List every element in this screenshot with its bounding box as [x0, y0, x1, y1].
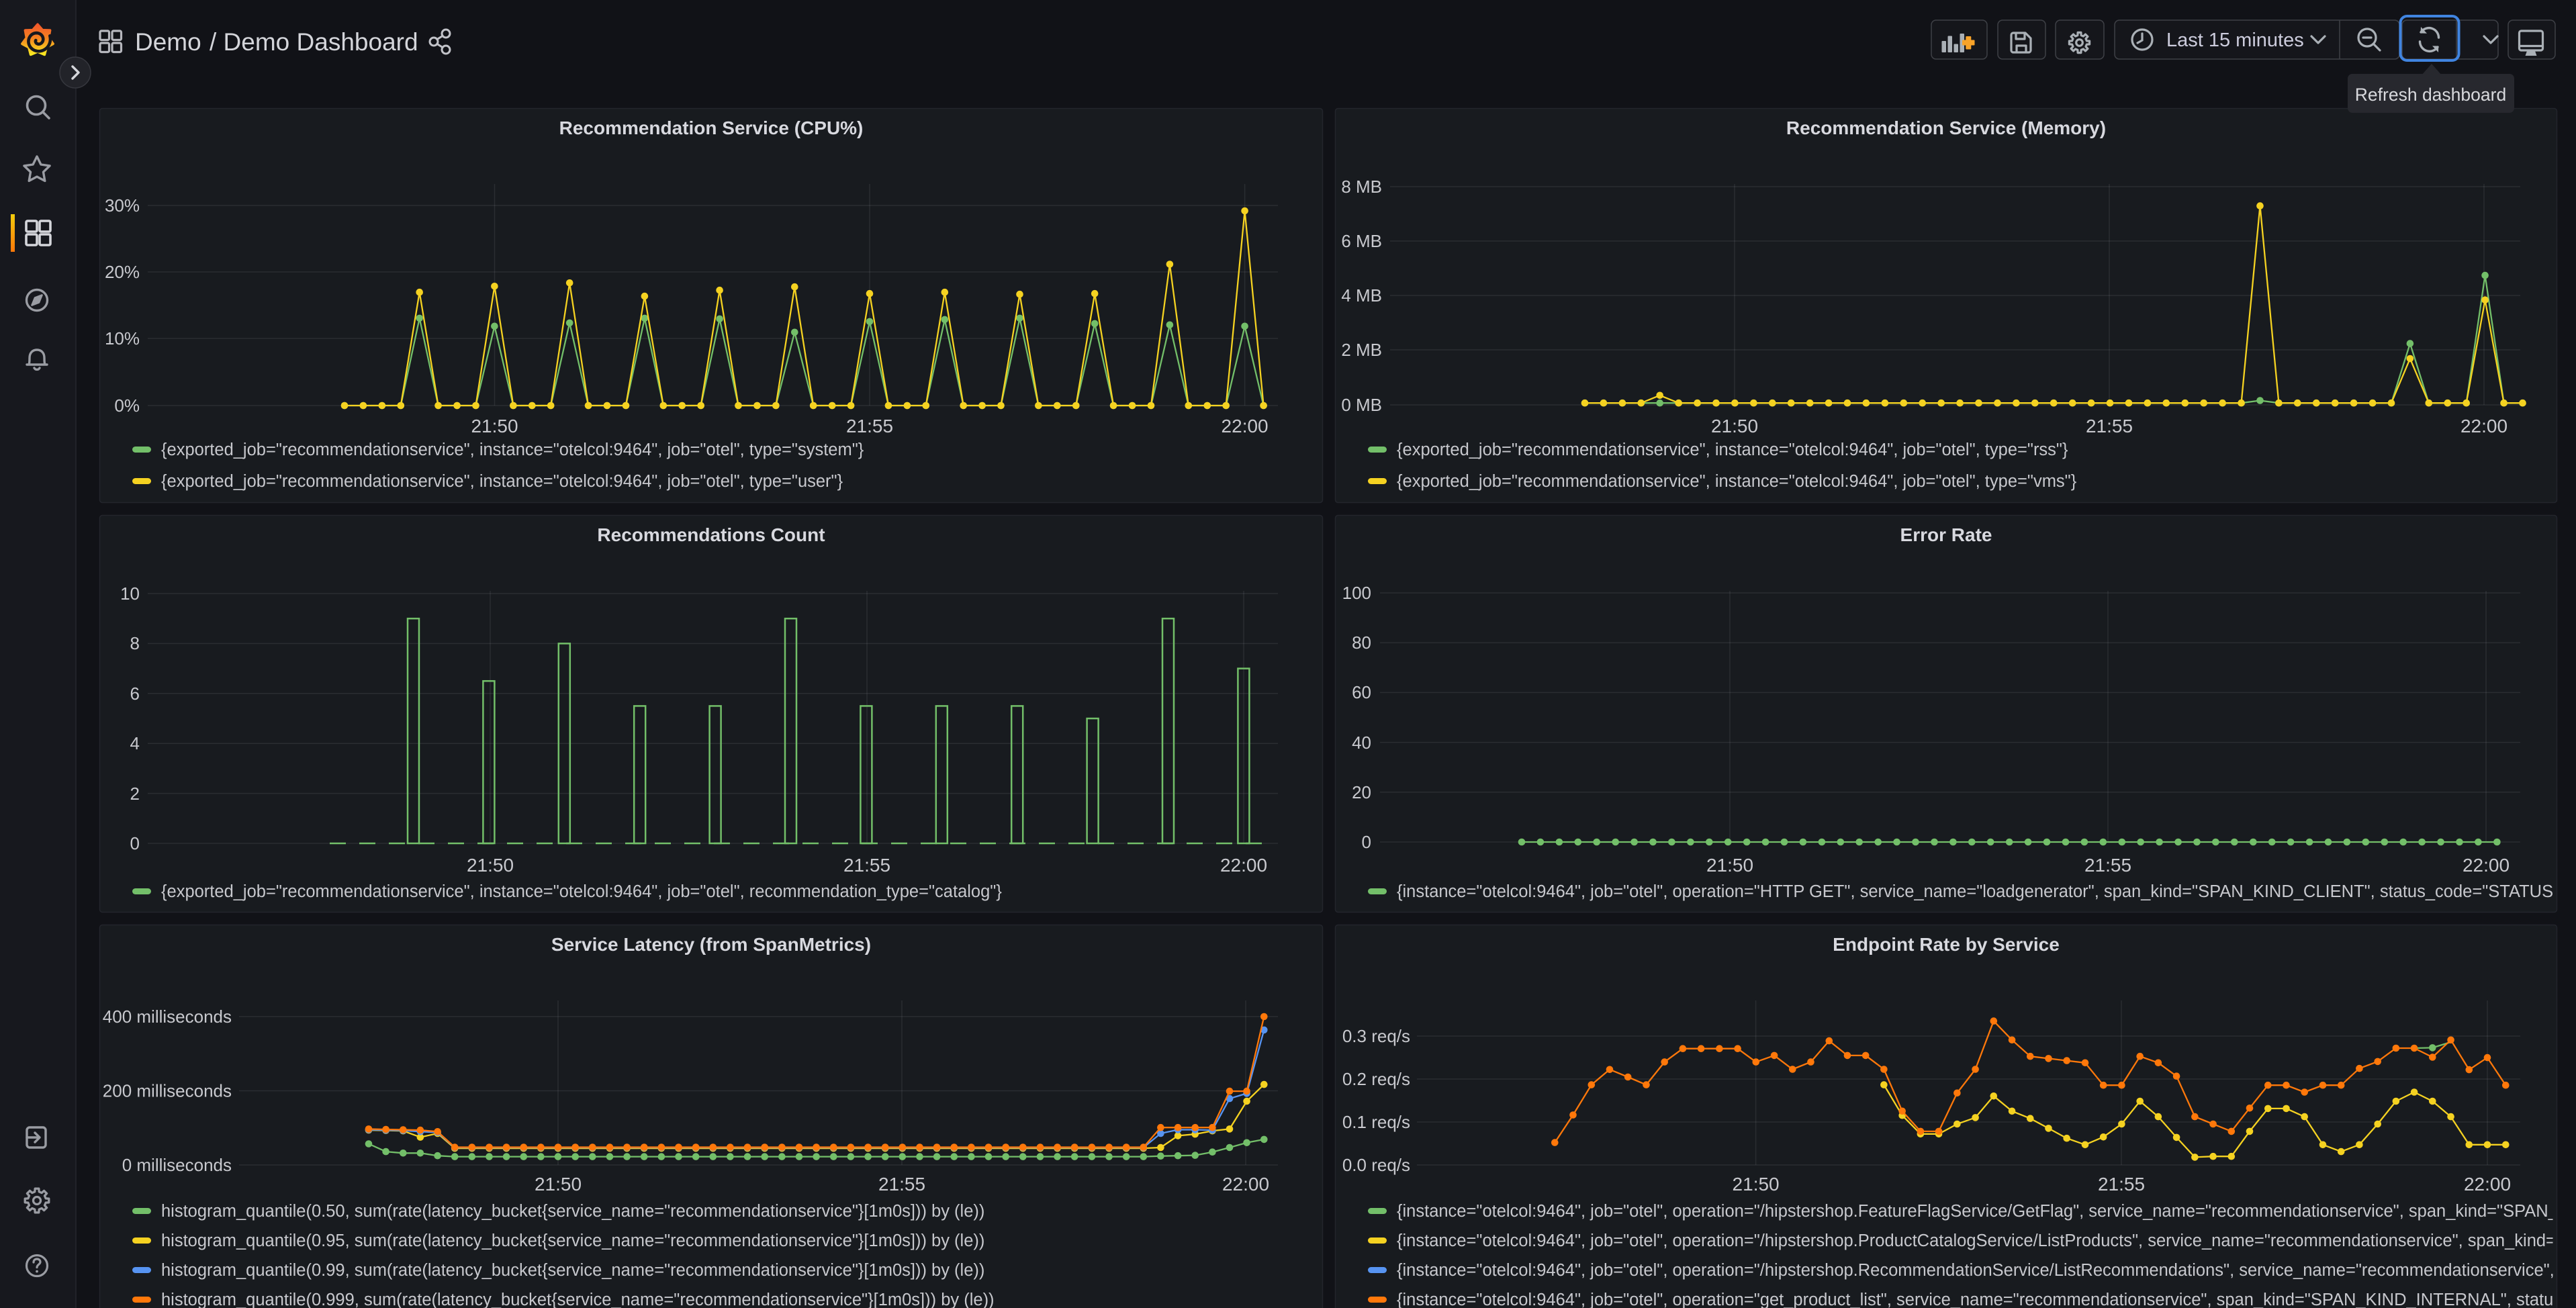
svg-text:{exported_job="recommendations: {exported_job="recommendationservice", i… [161, 472, 843, 491]
svg-text:histogram_quantile(0.999, sum(: histogram_quantile(0.999, sum(rate(laten… [161, 1291, 995, 1308]
svg-text:{instance="otelcol:9464", job=: {instance="otelcol:9464", job="otel", op… [1397, 1291, 2576, 1308]
svg-text:{instance="otelcol:9464", job=: {instance="otelcol:9464", job="otel", op… [1397, 1261, 2576, 1280]
svg-text:histogram_quantile(0.50, sum(r: histogram_quantile(0.50, sum(rate(latenc… [161, 1202, 984, 1221]
svg-text:0.2 req/s: 0.2 req/s [1342, 1069, 1410, 1089]
svg-text:0: 0 [130, 833, 140, 853]
svg-text:21:55: 21:55 [2098, 1174, 2145, 1195]
svg-text:{exported_job="recommendations: {exported_job="recommendationservice", i… [1397, 472, 2077, 491]
svg-text:{instance="otelcol:9464", job=: {instance="otelcol:9464", job="otel", op… [1397, 882, 2576, 901]
svg-text:0.0 req/s: 0.0 req/s [1342, 1155, 1410, 1175]
svg-text:100: 100 [1342, 583, 1371, 603]
svg-text:60: 60 [1352, 682, 1371, 702]
svg-text:Recommendation Service (CPU%): Recommendation Service (CPU%) [559, 118, 864, 138]
svg-text:30%: 30% [105, 195, 140, 216]
svg-text:4 MB: 4 MB [1341, 285, 1382, 306]
svg-text:40: 40 [1352, 733, 1371, 753]
svg-text:Refresh dashboard: Refresh dashboard [2355, 85, 2506, 105]
svg-text:{instance="otelcol:9464", job=: {instance="otelcol:9464", job="otel", op… [1397, 1231, 2576, 1250]
svg-text:0 MB: 0 MB [1341, 395, 1382, 415]
svg-text:21:55: 21:55 [843, 855, 890, 876]
svg-text:{exported_job="recommendations: {exported_job="recommendationservice", i… [161, 440, 864, 459]
svg-text:Service Latency (from SpanMetr: Service Latency (from SpanMetrics) [551, 934, 871, 955]
svg-text:21:50: 21:50 [1711, 416, 1758, 436]
svg-text:400 milliseconds: 400 milliseconds [103, 1007, 232, 1027]
svg-text:21:55: 21:55 [2084, 855, 2131, 876]
svg-text:20: 20 [1352, 782, 1371, 802]
svg-text:8: 8 [130, 633, 140, 653]
svg-text:8 MB: 8 MB [1341, 177, 1382, 197]
svg-text:10: 10 [120, 583, 140, 604]
svg-text:/ Demo Dashboard: / Demo Dashboard [210, 28, 418, 56]
svg-text:22:00: 22:00 [2460, 416, 2508, 436]
svg-text:22:00: 22:00 [2464, 1174, 2511, 1195]
svg-text:0.1 req/s: 0.1 req/s [1342, 1112, 1410, 1132]
svg-text:Error Rate: Error Rate [1900, 524, 1992, 545]
svg-text:Recommendation Service (Memory: Recommendation Service (Memory) [1786, 118, 2106, 138]
svg-text:histogram_quantile(0.95, sum(r: histogram_quantile(0.95, sum(rate(latenc… [161, 1231, 984, 1250]
svg-text:0%: 0% [114, 395, 140, 416]
svg-text:21:50: 21:50 [471, 416, 518, 436]
svg-text:80: 80 [1352, 633, 1371, 653]
svg-text:0.3 req/s: 0.3 req/s [1342, 1026, 1410, 1046]
svg-text:10%: 10% [105, 328, 140, 348]
svg-text:0 milliseconds: 0 milliseconds [122, 1155, 232, 1175]
svg-text:{instance="otelcol:9464", job=: {instance="otelcol:9464", job="otel", op… [1397, 1202, 2576, 1221]
svg-text:Demo: Demo [135, 28, 201, 56]
svg-text:200 milliseconds: 200 milliseconds [103, 1081, 232, 1101]
svg-text:21:55: 21:55 [878, 1174, 925, 1195]
svg-text:Last 15 minutes: Last 15 minutes [2166, 30, 2304, 51]
svg-text:2: 2 [130, 784, 140, 804]
svg-text:Recommendations Count: Recommendations Count [597, 524, 825, 545]
svg-text:Endpoint Rate by Service: Endpoint Rate by Service [1833, 934, 2060, 955]
svg-text:histogram_quantile(0.99, sum(r: histogram_quantile(0.99, sum(rate(latenc… [161, 1261, 984, 1280]
svg-text:22:00: 22:00 [1222, 1174, 1269, 1195]
svg-text:22:00: 22:00 [2463, 855, 2510, 876]
svg-text:20%: 20% [105, 262, 140, 282]
svg-text:21:50: 21:50 [467, 855, 514, 876]
svg-text:{exported_job="recommendations: {exported_job="recommendationservice", i… [161, 882, 1002, 901]
svg-text:6 MB: 6 MB [1341, 231, 1382, 251]
svg-text:21:50: 21:50 [535, 1174, 582, 1195]
svg-text:21:50: 21:50 [1706, 855, 1753, 876]
svg-text:4: 4 [130, 733, 140, 753]
svg-text:2 MB: 2 MB [1341, 340, 1382, 360]
svg-text:21:55: 21:55 [846, 416, 893, 436]
svg-text:21:55: 21:55 [2086, 416, 2133, 436]
svg-text:22:00: 22:00 [1220, 855, 1267, 876]
svg-text:21:50: 21:50 [1733, 1174, 1780, 1195]
svg-text:22:00: 22:00 [1222, 416, 1269, 436]
svg-text:0: 0 [1362, 832, 1371, 852]
svg-text:{exported_job="recommendations: {exported_job="recommendationservice", i… [1397, 440, 2068, 459]
svg-text:6: 6 [130, 684, 140, 704]
